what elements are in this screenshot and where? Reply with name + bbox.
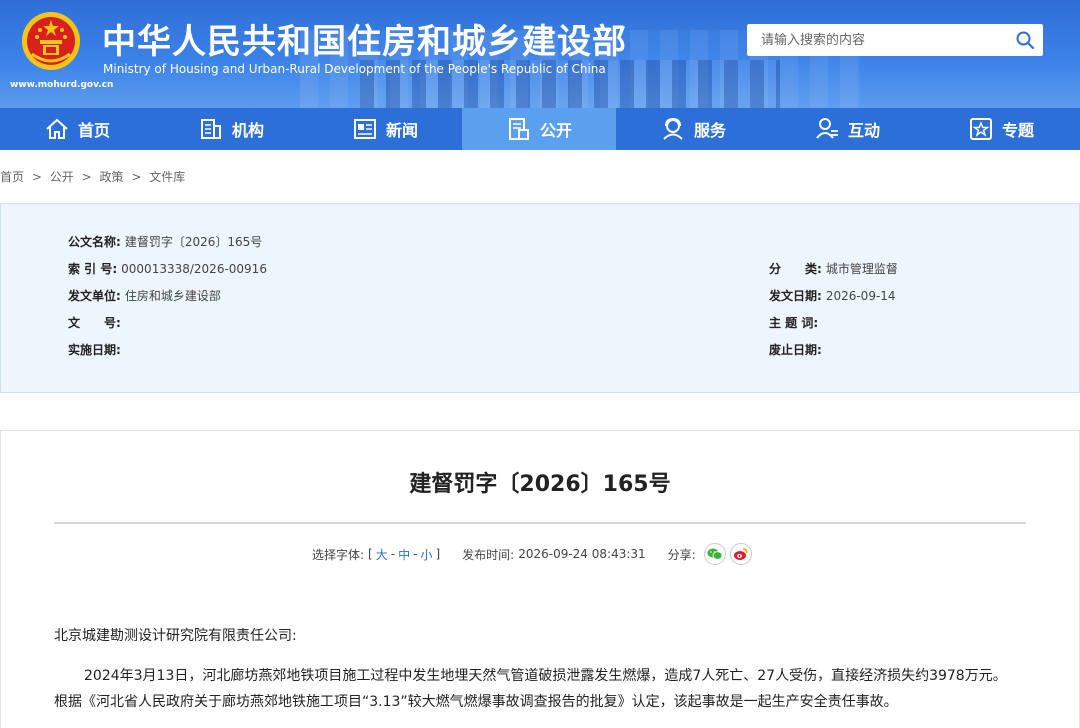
service-icon bbox=[663, 117, 683, 140]
meta-key: 分 类: bbox=[769, 262, 822, 276]
nav-label: 互动 bbox=[847, 121, 880, 140]
font-size-large-link[interactable]: 大 bbox=[376, 546, 388, 563]
publish-time-label: 发布时间: bbox=[462, 547, 515, 562]
meta-value: 2026-09-14 bbox=[825, 289, 896, 303]
meta-key: 文 号: bbox=[68, 316, 121, 330]
meta-key: 发文日期: bbox=[769, 289, 822, 303]
share-label: 分享: bbox=[667, 547, 696, 562]
site-title[interactable]: 中华人民共和国住房和城乡建设部 bbox=[102, 14, 627, 63]
breadcrumb-public[interactable]: 公开 bbox=[50, 170, 74, 184]
font-size-medium-link[interactable]: 中 bbox=[398, 546, 410, 563]
national-emblem-icon[interactable] bbox=[20, 10, 82, 72]
breadcrumb-separator: > bbox=[31, 170, 42, 184]
nav-item-home[interactable]: 首页 bbox=[0, 108, 154, 150]
meta-category: 分 类: 城市管理监督 bbox=[769, 260, 898, 277]
publish-time: 2026-09-24 08:43:31 bbox=[518, 547, 646, 561]
meta-topic-words: 主 题 词: bbox=[769, 314, 822, 331]
interaction-icon bbox=[816, 118, 838, 139]
star-icon bbox=[969, 118, 992, 140]
search-icon[interactable] bbox=[1015, 30, 1035, 50]
breadcrumb-library[interactable]: 文件库 bbox=[149, 170, 185, 184]
font-size-separator: - bbox=[390, 547, 396, 561]
meta-value: 住房和城乡建设部 bbox=[124, 289, 221, 303]
article-tools: 选择字体: [ 大 - 中 - 小 ] 发布时间: 2026-09-24 08:… bbox=[312, 543, 752, 565]
meta-doc-number: 文 号: bbox=[68, 314, 125, 331]
wechat-icon bbox=[707, 548, 723, 560]
document-icon bbox=[508, 118, 529, 140]
site-english-title: Ministry of Housing and Urban-Rural Deve… bbox=[103, 62, 606, 76]
nav-item-service[interactable]: 服务 bbox=[616, 108, 770, 150]
meta-value: 建督罚字〔2026〕165号 bbox=[124, 235, 263, 249]
meta-key: 主 题 词: bbox=[769, 316, 819, 330]
site-header: www.mohurd.gov.cn 中华人民共和国住房和城乡建设部 Minist… bbox=[0, 0, 1080, 108]
home-icon bbox=[46, 118, 68, 139]
site-domain: www.mohurd.gov.cn bbox=[10, 80, 114, 90]
meta-doc-name: 公文名称: 建督罚字〔2026〕165号 bbox=[68, 233, 262, 250]
news-icon bbox=[353, 119, 376, 139]
weibo-share-button[interactable] bbox=[729, 543, 752, 565]
meta-key: 实施日期: bbox=[68, 343, 121, 357]
meta-key: 废止日期: bbox=[769, 343, 822, 357]
article-paragraph-line: 2024年3月13日，河北廊坊燕郊地铁项目施工过程中发生地埋天然气管道破损泄露发… bbox=[84, 668, 1007, 684]
breadcrumb-policy[interactable]: 政策 bbox=[99, 170, 123, 184]
article-addressee: 北京城建勘测设计研究院有限责任公司: bbox=[54, 628, 297, 644]
meta-issue-date: 发文日期: 2026-09-14 bbox=[769, 287, 896, 304]
nav-label: 新闻 bbox=[385, 121, 418, 140]
meta-key: 公文名称: bbox=[68, 235, 121, 249]
main-nav: 首页 机构 新闻 公开 服务 互动 专题 bbox=[0, 108, 1080, 150]
breadcrumb-separator: > bbox=[81, 170, 92, 184]
meta-abolish-date: 废止日期: bbox=[769, 341, 826, 358]
font-size-bracket: ] bbox=[435, 547, 441, 561]
building-icon bbox=[200, 119, 221, 139]
meta-value: 城市管理监督 bbox=[825, 262, 898, 276]
font-size-separator: - bbox=[413, 547, 418, 561]
title-divider bbox=[54, 522, 1026, 524]
nav-label: 公开 bbox=[539, 121, 572, 140]
meta-index-number: 索 引 号: 000013338/2026-00916 bbox=[68, 260, 267, 277]
nav-item-public[interactable]: 公开 bbox=[462, 108, 616, 150]
nav-item-news[interactable]: 新闻 bbox=[308, 108, 462, 150]
nav-label: 专题 bbox=[1001, 121, 1034, 140]
meta-key: 索 引 号: bbox=[68, 262, 118, 276]
weibo-icon bbox=[733, 548, 748, 560]
meta-effective-date: 实施日期: bbox=[68, 341, 125, 358]
breadcrumb-separator: > bbox=[131, 170, 142, 184]
nav-label: 服务 bbox=[693, 121, 726, 140]
nav-item-interaction[interactable]: 互动 bbox=[770, 108, 924, 150]
nav-item-organization[interactable]: 机构 bbox=[154, 108, 308, 150]
font-size-small-link[interactable]: 小 bbox=[420, 546, 432, 563]
article-paragraph-line: 根据《河北省人民政府关于廊坊燕郊地铁施工项目“3.13”较大燃气燃爆事故调查报告… bbox=[54, 694, 898, 710]
wechat-share-button[interactable] bbox=[703, 543, 726, 565]
breadcrumb: 首页 > 公开 > 政策 > 文件库 bbox=[0, 168, 189, 185]
search-input[interactable] bbox=[747, 25, 997, 55]
nav-label: 首页 bbox=[77, 121, 110, 140]
font-size-label: 选择字体: bbox=[312, 547, 365, 562]
breadcrumb-home[interactable]: 首页 bbox=[0, 170, 24, 184]
font-size-bracket: [ bbox=[368, 547, 373, 561]
article-title: 建督罚字〔2026〕165号 bbox=[409, 472, 671, 497]
nav-label: 机构 bbox=[231, 121, 264, 140]
meta-issuer: 发文单位: 住房和城乡建设部 bbox=[68, 287, 221, 304]
meta-key: 发文单位: bbox=[68, 289, 121, 303]
nav-item-topics[interactable]: 专题 bbox=[924, 108, 1078, 150]
search-box bbox=[747, 24, 1043, 56]
meta-value: 000013338/2026-00916 bbox=[121, 262, 267, 276]
